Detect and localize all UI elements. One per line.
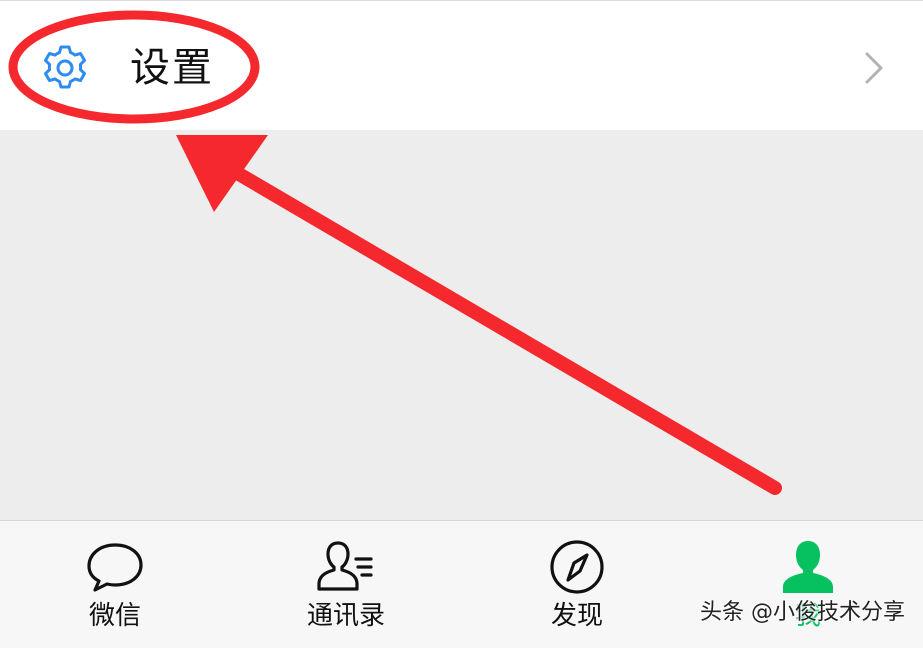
tab-weixin[interactable]: 微信 [55, 521, 175, 648]
tab-contacts-label: 通讯录 [306, 601, 385, 631]
settings-label: 设置 [130, 45, 214, 91]
tab-contacts[interactable]: 通讯录 [286, 521, 406, 648]
tab-weixin-label: 微信 [88, 601, 141, 631]
gear-icon [44, 45, 86, 89]
tab-discover[interactable]: 发现 [517, 521, 637, 648]
watermark: 头条 @小俊技术分享 [700, 600, 905, 625]
chat-bubble-icon [87, 543, 143, 592]
empty-area [0, 130, 923, 520]
wechat-me-screen: 设置 微信 通讯录 发现 我 头条 @小俊技术分享 [0, 0, 923, 648]
compass-icon [550, 540, 604, 594]
chevron-right-icon [865, 52, 883, 84]
person-icon [783, 541, 833, 593]
tab-discover-label: 发现 [550, 601, 603, 631]
settings-row[interactable]: 设置 [0, 0, 923, 130]
contacts-icon [317, 541, 373, 591]
